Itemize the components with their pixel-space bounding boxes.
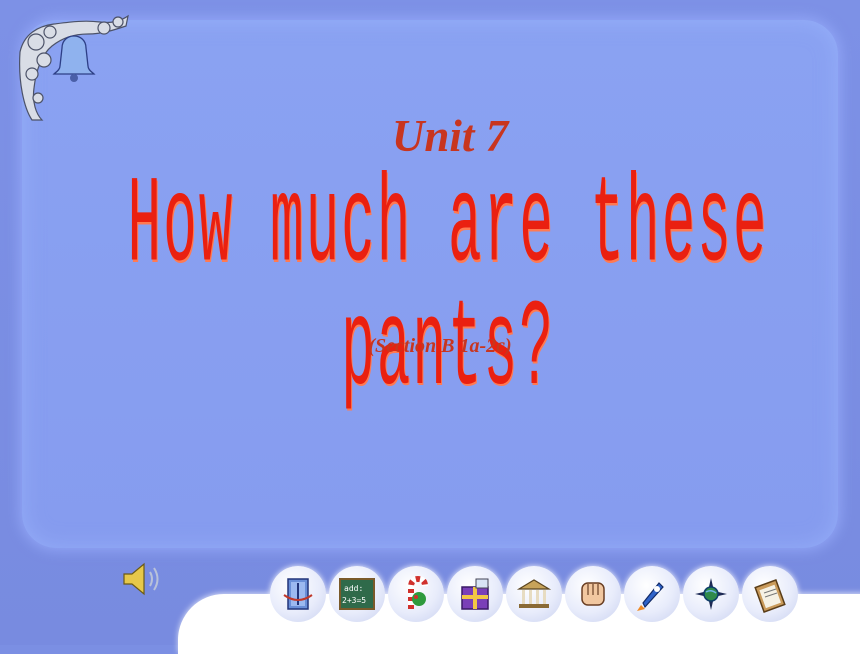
globe-compass-icon <box>695 578 727 610</box>
math-board-text-2: 2+3=5 <box>342 596 366 605</box>
math-board-text-1: add: <box>344 584 363 593</box>
rocket-icon <box>637 582 664 611</box>
nav-button-math[interactable]: add: 2+3=5 <box>329 566 385 622</box>
nav-button-book[interactable] <box>270 566 326 622</box>
bell-ornament-icon <box>19 14 129 121</box>
lesson-title: How much are these pants? <box>127 156 769 421</box>
unit-title: Unit 7 <box>391 111 509 161</box>
candy-cane-icon <box>408 575 428 609</box>
nav-button-globe[interactable] <box>683 566 739 622</box>
museum-icon <box>516 579 552 608</box>
nav-button-clipboard[interactable] <box>742 566 798 622</box>
nav-button-rocket[interactable] <box>624 566 680 622</box>
nav-button-gift[interactable] <box>447 566 503 622</box>
slide-background: Unit 7 How much are these pants? (Sectio… <box>0 0 860 654</box>
book-icon <box>283 578 313 610</box>
fist-icon <box>581 582 605 606</box>
gift-box-icon <box>461 578 489 610</box>
nav-button-fist[interactable] <box>565 566 621 622</box>
math-board-icon: add: 2+3=5 <box>339 578 375 610</box>
section-subtitle: (Section B 1a-2c) <box>368 335 512 357</box>
speaker-icon[interactable] <box>120 560 166 598</box>
nav-button-museum[interactable] <box>506 566 562 622</box>
clipboard-icon <box>754 579 786 613</box>
nav-button-candy[interactable] <box>388 566 444 622</box>
